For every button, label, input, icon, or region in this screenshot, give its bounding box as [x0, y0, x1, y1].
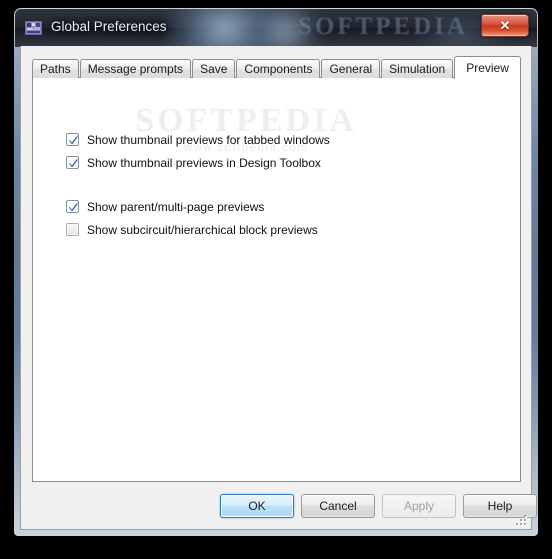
tab-components[interactable]: Components — [236, 59, 321, 78]
checkbox-row-design-toolbox[interactable]: Show thumbnail previews in Design Toolbo… — [33, 151, 520, 174]
dialog-button-bar: OK Cancel Apply Help — [21, 494, 537, 520]
apply-button: Apply — [382, 494, 456, 518]
checkbox-parent-multipage[interactable] — [66, 200, 79, 213]
tab-simulation[interactable]: Simulation — [381, 59, 454, 78]
checkbox-tabbed-windows[interactable] — [66, 133, 79, 146]
tab-preview[interactable]: Preview — [454, 56, 521, 79]
checkbox-label: Show thumbnail previews in Design Toolbo… — [87, 155, 321, 170]
title-bar: SOFTPEDIA Global Preferences ✕ — [15, 9, 537, 47]
tab-general[interactable]: General — [321, 59, 381, 78]
dialog-window: SOFTPEDIA Global Preferences ✕ Paths Mes… — [14, 8, 538, 536]
checkbox-row-tabbed-windows[interactable]: Show thumbnail previews for tabbed windo… — [33, 128, 520, 151]
desktop-background: SOFTPEDIA Global Preferences ✕ Paths Mes… — [0, 0, 552, 559]
page-previews-group: Show parent/multi-page previews Show sub… — [33, 195, 520, 241]
application-icon — [25, 20, 42, 36]
checkbox-label: Show thumbnail previews for tabbed windo… — [87, 132, 330, 147]
tab-strip: Paths Message prompts Save Components Ge… — [32, 56, 522, 79]
checkbox-label: Show parent/multi-page previews — [87, 199, 265, 214]
window-title: Global Preferences — [51, 19, 167, 34]
checkbox-row-parent-multipage[interactable]: Show parent/multi-page previews — [33, 195, 520, 218]
close-icon[interactable]: ✕ — [481, 14, 529, 37]
checkbox-label: Show subcircuit/hierarchical block previ… — [87, 222, 318, 237]
tab-paths[interactable]: Paths — [32, 59, 79, 78]
thumbnail-previews-group: Show thumbnail previews for tabbed windo… — [33, 128, 520, 174]
checkbox-design-toolbox[interactable] — [66, 156, 79, 169]
close-glyph: ✕ — [499, 17, 511, 33]
checkbox-row-subcircuit[interactable]: Show subcircuit/hierarchical block previ… — [33, 218, 520, 241]
ok-button[interactable]: OK — [220, 494, 294, 518]
tab-message-prompts[interactable]: Message prompts — [79, 59, 192, 78]
tab-save[interactable]: Save — [192, 59, 236, 78]
preview-tab-panel: SOFTPEDIA www.softpedia.com Show thumbna… — [32, 77, 521, 482]
dialog-client-area: Paths Message prompts Save Components Ge… — [20, 46, 537, 530]
softpedia-watermark-titlebar: SOFTPEDIA — [297, 13, 469, 40]
cancel-button[interactable]: Cancel — [301, 494, 375, 518]
resize-grip-icon[interactable] — [516, 515, 528, 527]
checkbox-subcircuit[interactable] — [66, 223, 79, 236]
